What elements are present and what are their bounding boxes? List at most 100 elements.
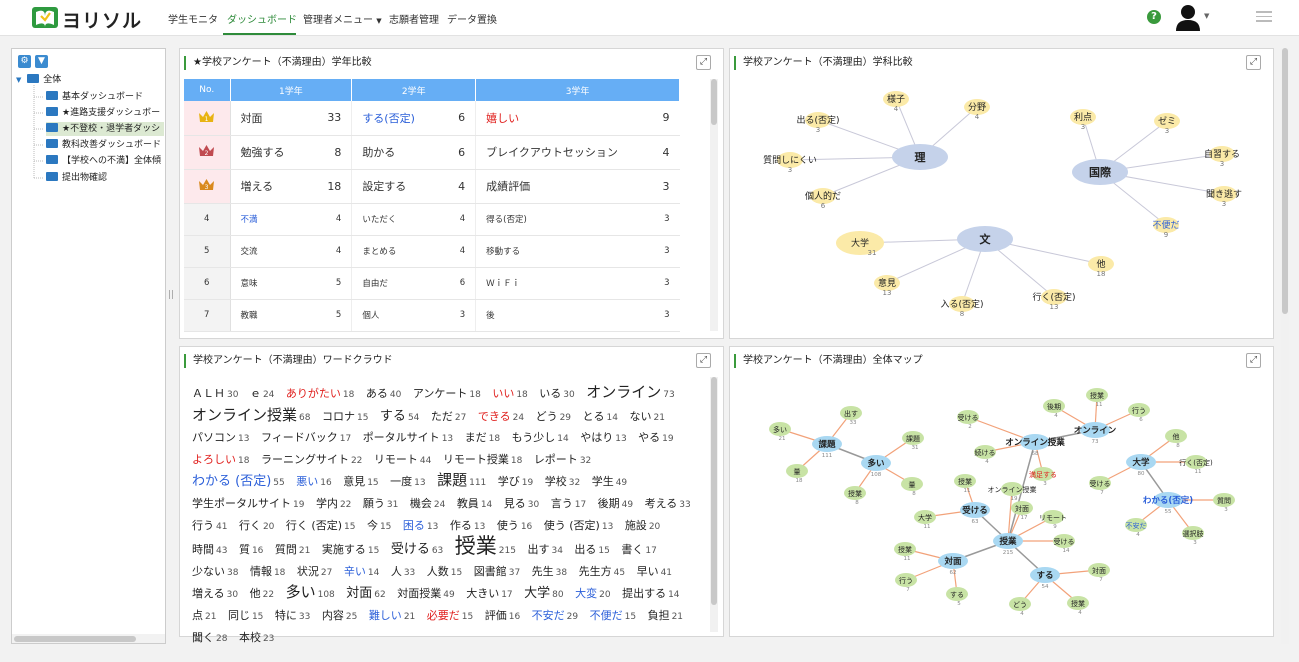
hub-count: 54 — [1042, 584, 1049, 590]
leaf-count: 3 — [1193, 540, 1197, 546]
map-leaf-node[interactable]: 受ける 7 — [1089, 476, 1111, 496]
leaf-label: 大学 — [918, 513, 932, 522]
map-leaf-node[interactable]: 他8 — [1165, 429, 1187, 449]
leaf-label: 出す — [844, 409, 858, 418]
leaf-count: 3 — [1224, 507, 1228, 513]
map-leaf-node[interactable]: 選択肢 3 — [1182, 526, 1204, 546]
map-leaf-node[interactable]: 量8 — [901, 477, 923, 497]
leaf-label: 受ける — [958, 413, 979, 422]
leaf-label: 授業 — [1090, 391, 1104, 400]
hub-label: わかる(否定) — [1143, 495, 1193, 506]
map-leaf-node[interactable]: 受ける 2 — [957, 410, 979, 430]
hub-count: 62 — [950, 570, 957, 576]
hub-count: 215 — [1003, 550, 1014, 556]
map-leaf-node[interactable]: 満足する 3 — [1029, 467, 1057, 487]
hub-count: 80 — [1138, 471, 1145, 477]
leaf-count: 14 — [1063, 548, 1070, 554]
leaf-count: 11 — [1096, 402, 1103, 408]
leaf-count: 8 — [1176, 443, 1180, 449]
leaf-label: 対面 — [1015, 504, 1029, 513]
leaf-label: 不安だ — [1126, 521, 1147, 530]
map-leaf-node[interactable]: 後期 4 — [1043, 399, 1065, 419]
leaf-count: 33 — [850, 420, 857, 426]
map-hub-node[interactable]: 課題 111 — [812, 436, 842, 459]
leaf-label: 後期 — [1047, 402, 1061, 411]
hub-label: 対面 — [943, 556, 962, 567]
hub-count: 55 — [1165, 509, 1172, 515]
map-leaf-node[interactable]: リモート 9 — [1039, 510, 1067, 530]
leaf-count: 7 — [1099, 577, 1103, 583]
leaf-count: 11 — [1195, 469, 1202, 475]
hub-count: 108 — [871, 472, 882, 478]
map-leaf-node[interactable]: 授業 4 — [1067, 596, 1089, 616]
map-leaf-node[interactable]: 大学 11 — [914, 510, 936, 530]
hub-label: 大学 — [1132, 457, 1150, 468]
map-leaf-node[interactable]: オンライン授業 19 — [988, 482, 1037, 502]
leaf-count: 8 — [855, 500, 859, 506]
leaf-label: 質問 — [1217, 496, 1231, 505]
leaf-label: 授業 — [848, 489, 862, 498]
leaf-label: どう — [1013, 601, 1027, 609]
leaf-count: 4 — [985, 459, 989, 465]
map-hub-node[interactable]: 受ける 63 — [960, 502, 990, 525]
map-leaf-node[interactable]: 続ける 4 — [974, 445, 996, 465]
map-leaf-node[interactable]: 行く(否定) 11 — [1179, 455, 1213, 475]
map-leaf-node[interactable]: 不安だ 4 — [1125, 518, 1147, 538]
leaf-count: 11 — [964, 488, 971, 494]
map-leaf-node[interactable]: 受ける 14 — [1053, 534, 1075, 554]
leaf-label: 量 — [909, 481, 916, 489]
overall-network-map: 多い21出す33量18課題31量8授業8受ける2続ける4満足する3後期4授業11… — [769, 388, 1235, 617]
map-hub-node[interactable]: 大学 80 — [1126, 454, 1156, 477]
hub-label: 受ける — [962, 505, 988, 516]
map-leaf-node[interactable]: 行う 6 — [1128, 403, 1150, 423]
map-hub-node[interactable]: 多い 108 — [861, 455, 891, 478]
scroll-thumb[interactable] — [1282, 48, 1288, 314]
leaf-label: する — [950, 591, 964, 599]
leaf-count: 3 — [1043, 481, 1047, 487]
page-vscrollbar[interactable] — [1281, 48, 1289, 644]
map-leaf-node[interactable]: どう 4 — [1009, 597, 1031, 617]
map-hub-node[interactable]: オンライン 73 — [1074, 422, 1117, 445]
leaf-count: 4 — [1078, 610, 1082, 616]
leaf-label: 満足する — [1029, 471, 1057, 479]
leaf-count: 31 — [912, 445, 919, 451]
map-leaf-node[interactable]: 多い 21 — [769, 422, 791, 442]
map-leaf-node[interactable]: 量 18 — [786, 464, 808, 484]
map-leaf-node[interactable]: する 5 — [946, 587, 968, 607]
map-leaf-node[interactable]: 授業 11 — [954, 474, 976, 494]
hub-count: 63 — [972, 519, 979, 525]
leaf-label: 行く(否定) — [1179, 458, 1213, 467]
leaf-count: 2 — [968, 424, 972, 430]
leaf-count: 11 — [924, 524, 931, 530]
hub-count: 68 — [1032, 451, 1039, 457]
leaf-count: 7 — [1100, 490, 1104, 496]
map-leaf-node[interactable]: 対面 7 — [1088, 563, 1110, 583]
leaf-count: 6 — [1139, 417, 1143, 423]
leaf-label: 受ける — [1054, 537, 1075, 546]
leaf-label: 受ける — [1090, 479, 1111, 488]
map-leaf-node[interactable]: 課題 31 — [902, 431, 924, 451]
hub-count: 111 — [822, 453, 833, 459]
hub-count: 73 — [1092, 439, 1099, 445]
map-leaf-node[interactable]: 行う 7 — [895, 573, 917, 593]
map-hub-node[interactable]: 授業 215 — [993, 533, 1023, 556]
map-leaf-node[interactable]: 授業 8 — [844, 486, 866, 506]
map-leaf-node[interactable]: 授業 11 — [894, 542, 916, 562]
leaf-label: 行う — [899, 576, 913, 585]
leaf-label: 選択肢 — [1183, 529, 1204, 538]
map-leaf-node[interactable]: 授業 11 — [1086, 388, 1108, 408]
leaf-count: 9 — [1053, 524, 1057, 530]
leaf-label: 課題 — [906, 434, 920, 443]
map-hub-node[interactable]: オンライン授業 68 — [1005, 434, 1065, 457]
leaf-label: 行う — [1132, 406, 1146, 415]
map-hub-node[interactable]: わかる(否定) 55 — [1143, 492, 1193, 515]
map-leaf-node[interactable]: 質問 3 — [1213, 493, 1235, 513]
leaf-count: 5 — [957, 601, 961, 607]
leaf-label: 授業 — [1071, 599, 1085, 608]
hub-label: する — [1036, 571, 1053, 581]
map-hub-node[interactable]: 対面 62 — [938, 553, 968, 576]
leaf-count: 8 — [912, 491, 916, 497]
leaf-count: 4 — [1136, 532, 1140, 538]
leaf-count: 18 — [796, 478, 803, 484]
hub-label: 授業 — [999, 536, 1017, 547]
